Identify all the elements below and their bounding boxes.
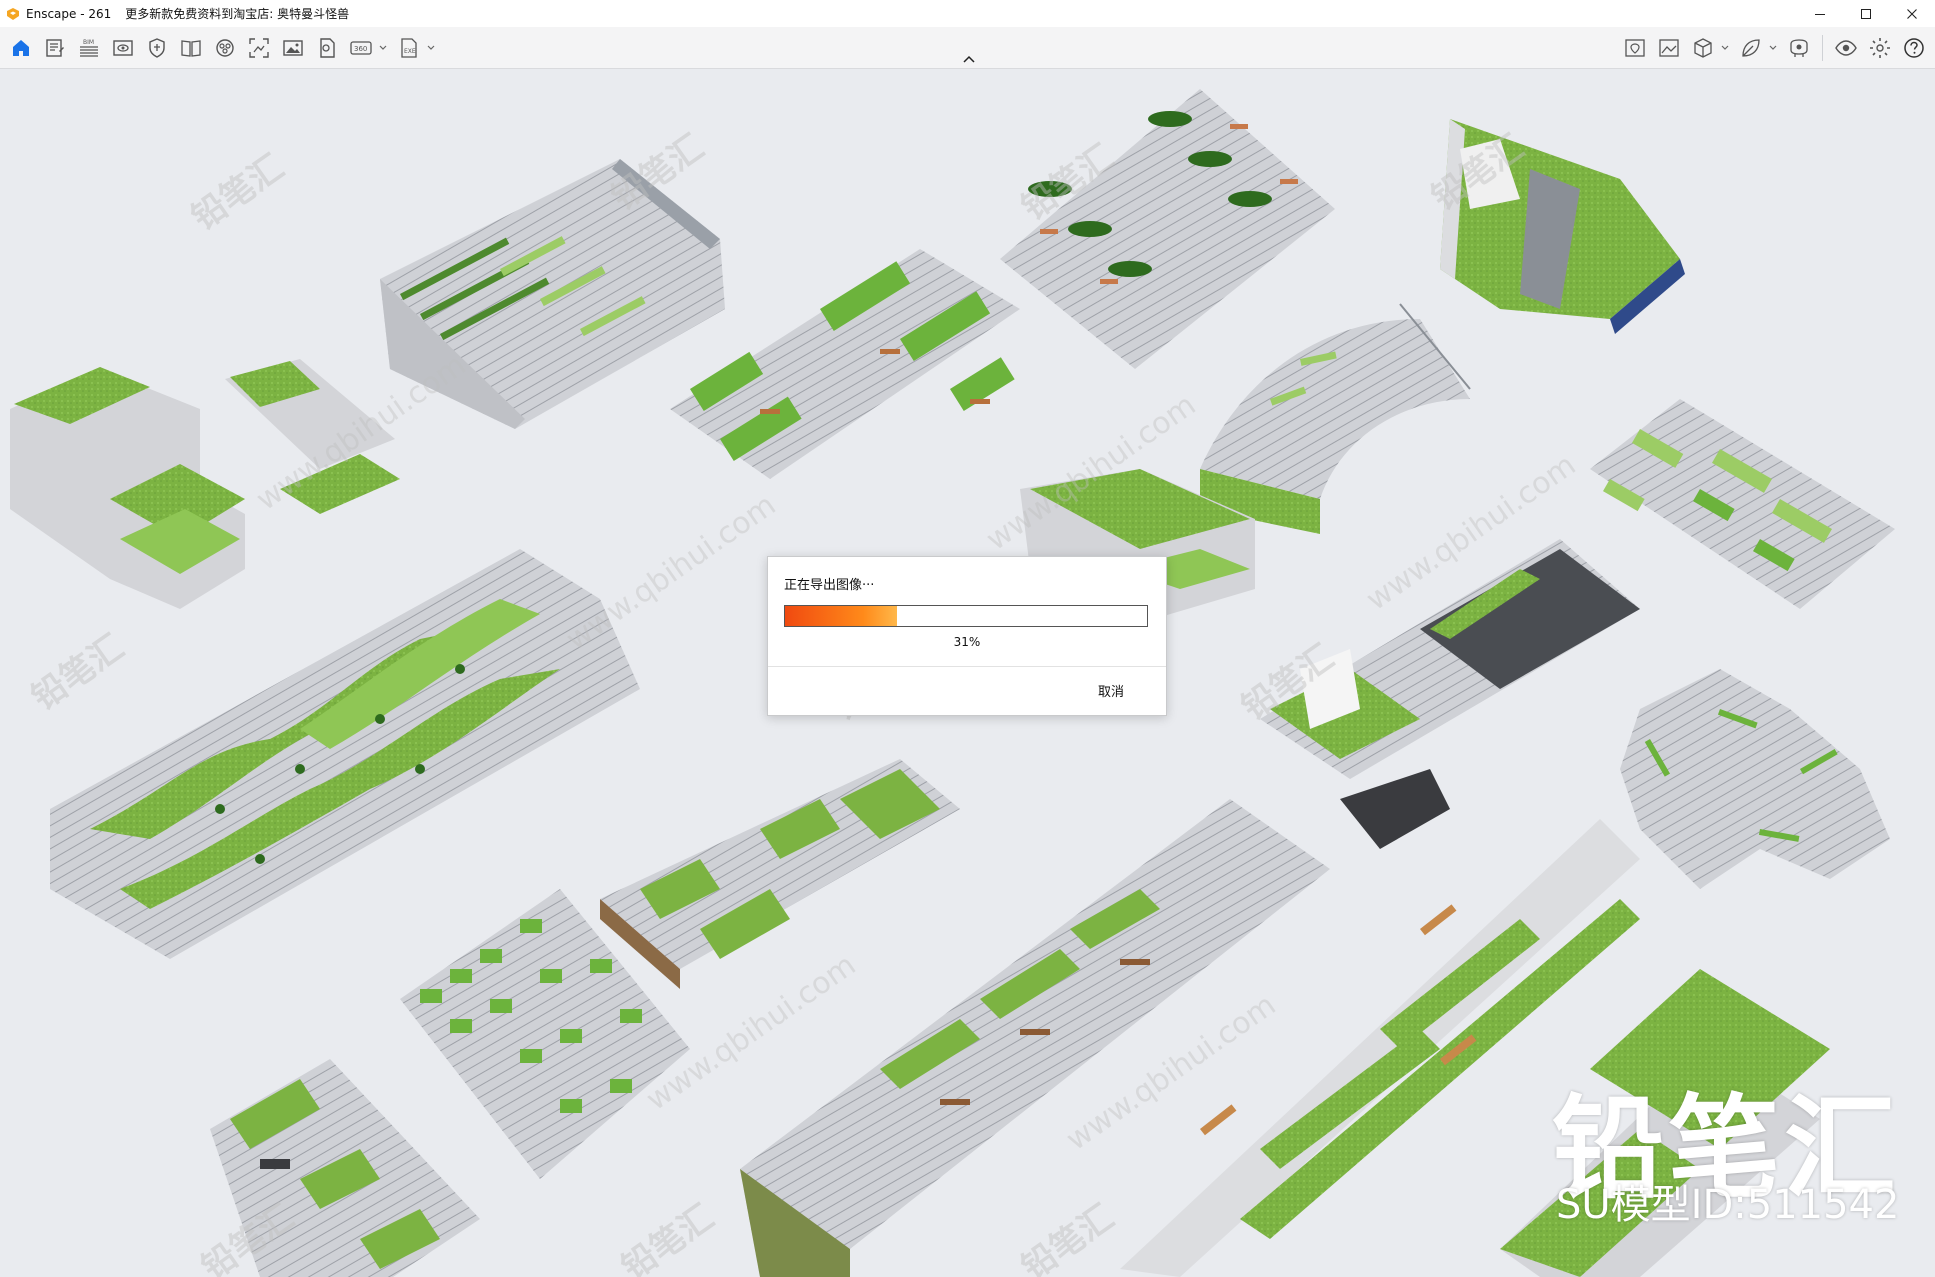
leaf-icon — [1742, 38, 1760, 57]
exe-export-icon: EXE — [401, 37, 417, 58]
export-progress-bar — [784, 605, 1148, 627]
shield-button[interactable] — [140, 31, 174, 65]
tag-icon — [320, 37, 335, 58]
export-image-button[interactable] — [1652, 31, 1686, 65]
toolbar-separator — [1822, 34, 1823, 61]
image-icon — [283, 39, 303, 56]
notes-icon — [46, 38, 64, 57]
chevron-up-icon — [963, 55, 975, 63]
chevron-down-icon — [379, 45, 387, 50]
book-button[interactable] — [174, 31, 208, 65]
tag-button[interactable] — [310, 31, 344, 65]
chevron-down-icon — [1721, 45, 1729, 50]
export-image-icon — [1659, 38, 1679, 57]
image-button[interactable] — [276, 31, 310, 65]
notes-button[interactable] — [38, 31, 72, 65]
bim-label: BIM — [83, 39, 94, 46]
progress-percent-label: 31% — [953, 635, 981, 649]
toolbar-left-group: BIM 360 EXE — [4, 27, 440, 68]
export-status-message: 正在导出图像··· — [784, 578, 875, 593]
help-icon — [1904, 37, 1924, 58]
maximize-button[interactable] — [1843, 0, 1889, 27]
cancel-button[interactable]: 取消 — [1098, 681, 1124, 700]
progress-fill — [785, 606, 898, 626]
view-icon — [113, 39, 133, 56]
enscape-logo-icon — [7, 7, 19, 20]
watermark-model-id: SU模型ID:511542 — [1556, 1182, 1900, 1228]
asset-library-icon — [1790, 38, 1808, 57]
window-controls — [1797, 0, 1935, 27]
screenshot-button[interactable] — [242, 31, 276, 65]
leaf-dropdown[interactable] — [1768, 31, 1778, 65]
cube-icon — [1694, 37, 1712, 58]
export-progress-dialog: 正在导出图像··· 31% 取消 — [767, 556, 1167, 716]
exe-label: EXE — [404, 48, 416, 55]
map-icon — [1625, 38, 1645, 57]
chevron-down-icon — [1769, 45, 1777, 50]
close-button[interactable] — [1889, 0, 1935, 27]
home-button[interactable] — [4, 31, 38, 65]
toolbar-collapse-button[interactable] — [958, 52, 980, 66]
minimize-icon — [1815, 13, 1825, 15]
bim-icon: BIM — [80, 39, 98, 57]
app-title: Enscape - 261 — [26, 7, 112, 21]
settings-icon — [1870, 37, 1890, 58]
close-icon — [1907, 8, 1917, 19]
video-icon — [216, 38, 234, 57]
panorama-dropdown[interactable] — [378, 31, 388, 65]
video-button[interactable] — [208, 31, 242, 65]
settings-button[interactable] — [1863, 31, 1897, 65]
view-button[interactable] — [106, 31, 140, 65]
exe-dropdown[interactable] — [426, 31, 436, 65]
maximize-icon — [1861, 8, 1871, 19]
eye-button[interactable] — [1829, 31, 1863, 65]
toolbar-right-group — [1618, 27, 1931, 68]
window-title: Enscape - 261 更多新款免费资料到淘宝店: 奥特曼斗怪兽 — [26, 5, 363, 22]
exe-export-button[interactable]: EXE — [392, 31, 426, 65]
asset-library-button[interactable] — [1782, 31, 1816, 65]
title-note: 更多新款免费资料到淘宝店: 奥特曼斗怪兽 — [125, 7, 350, 21]
cube-button[interactable] — [1686, 31, 1720, 65]
bim-button[interactable]: BIM — [72, 31, 106, 65]
panorama-360-icon: 360 — [350, 40, 372, 55]
cube-dropdown[interactable] — [1720, 31, 1730, 65]
help-button[interactable] — [1897, 31, 1931, 65]
panorama-360-button[interactable]: 360 — [344, 31, 378, 65]
minimize-button[interactable] — [1797, 0, 1843, 27]
shield-icon — [149, 37, 165, 58]
screenshot-icon — [249, 37, 269, 58]
eye-icon — [1835, 39, 1857, 56]
dialog-divider — [768, 666, 1166, 667]
chevron-down-icon — [427, 45, 435, 50]
book-icon — [181, 39, 201, 57]
panorama-label: 360 — [354, 45, 367, 53]
map-button[interactable] — [1618, 31, 1652, 65]
home-icon — [13, 39, 29, 56]
leaf-button[interactable] — [1734, 31, 1768, 65]
window-titlebar: Enscape - 261 更多新款免费资料到淘宝店: 奥特曼斗怪兽 — [0, 0, 1935, 27]
